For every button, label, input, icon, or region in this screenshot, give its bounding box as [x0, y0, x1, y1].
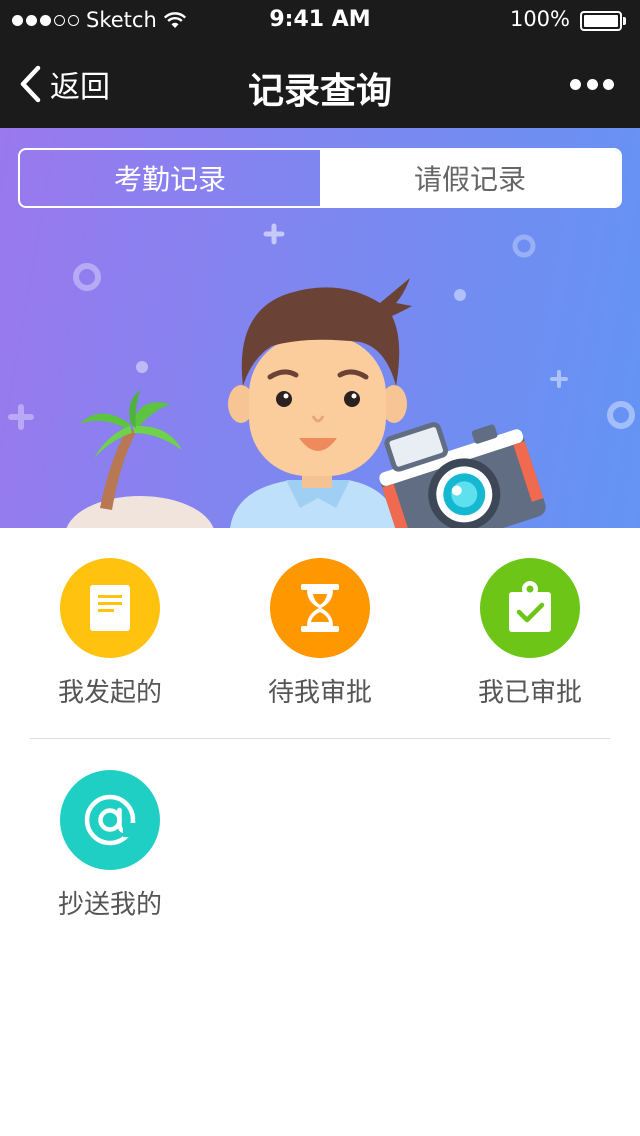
header-banner: 考勤记录 请假记录	[0, 128, 640, 528]
battery-percent: 100%	[509, 7, 570, 31]
grid-row: 抄送我的	[0, 740, 640, 950]
more-options-button[interactable]	[570, 76, 614, 92]
grid-item-initiated-by-me[interactable]: 我发起的	[5, 558, 215, 728]
clipboard-check-icon	[480, 558, 580, 658]
back-button[interactable]: 返回	[18, 62, 110, 106]
battery-icon	[580, 11, 626, 31]
grid-label: 我发起的	[57, 678, 162, 708]
grid-row: 我发起的 待我审批 我已审批	[0, 528, 640, 738]
grid-item-approved-by-me[interactable]: 我已审批	[425, 558, 635, 728]
grid-divider	[30, 738, 610, 739]
tab-attendance-records[interactable]: 考勤记录	[20, 150, 320, 206]
status-bar: Sketch 9:41 AM 100%	[0, 0, 640, 40]
tab-leave-records[interactable]: 请假记录	[320, 150, 620, 206]
at-icon	[60, 770, 160, 870]
grid-item-pending-my-approval[interactable]: 待我审批	[215, 558, 425, 728]
navigation-bar: 返回 记录查询	[0, 40, 640, 128]
approval-grid: 我发起的 待我审批 我已审批 抄送我的	[0, 528, 640, 948]
more-dot	[586, 78, 598, 90]
document-icon	[60, 558, 160, 658]
record-type-tabs: 考勤记录 请假记录	[18, 148, 622, 208]
grid-label: 我已审批	[477, 678, 582, 708]
back-label: 返回	[50, 70, 110, 105]
grid-label: 待我审批	[267, 678, 372, 708]
more-dot	[570, 78, 581, 90]
grid-label: 抄送我的	[57, 890, 162, 920]
chevron-left-icon	[20, 65, 41, 103]
more-dot	[603, 78, 614, 90]
hourglass-icon	[270, 558, 370, 658]
grid-item-cc-to-me[interactable]: 抄送我的	[5, 770, 215, 940]
